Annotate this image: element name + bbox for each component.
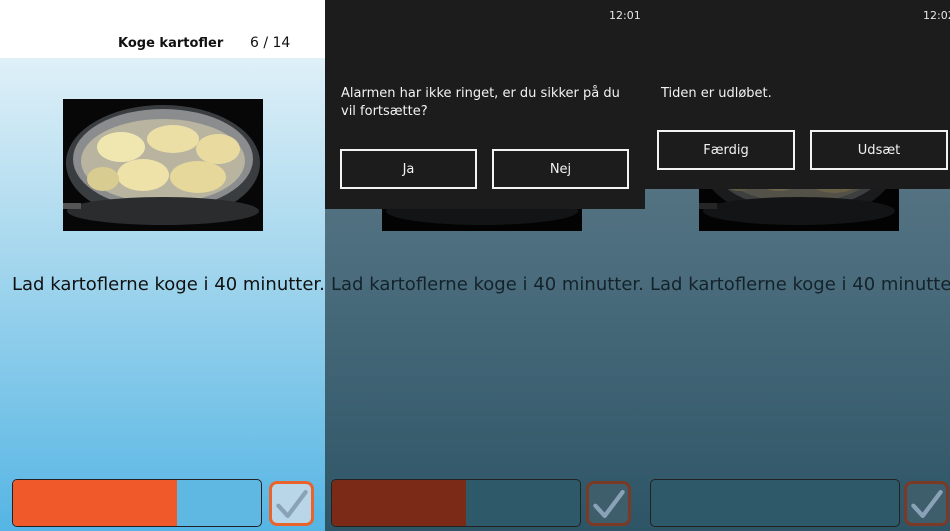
timeout-dialog: Tiden er udløbet. Færdig Udsæt	[645, 28, 950, 189]
step-instruction-dimmed: Lad kartoflerne koge i 40 minutter.	[650, 274, 950, 295]
timer-progress-fill	[13, 480, 177, 526]
done-checkbox-dimmed	[904, 481, 949, 526]
timeout-dialog-screen: Lad kartoflerne koge i 40 minutter. 12:0…	[645, 0, 950, 531]
status-bar: 12:01	[325, 0, 645, 28]
yes-button[interactable]: Ja	[340, 149, 477, 189]
header-bar: Koge kartofler 6 / 14	[0, 0, 325, 58]
step-photo	[63, 99, 263, 231]
timer-progress-bar[interactable]	[12, 479, 262, 527]
confirm-dialog-screen: Lad kartoflerne koge i 40 minutter. 12:0…	[325, 0, 645, 531]
checkmark-icon	[910, 487, 944, 521]
dialog-message: Alarmen har ikke ringet, er du sikker på…	[341, 86, 620, 119]
step-instruction: Lad kartoflerne koge i 40 minutter.	[12, 274, 325, 295]
postpone-button[interactable]: Udsæt	[810, 130, 948, 170]
done-button[interactable]: Færdig	[657, 130, 795, 170]
status-clock: 12:01	[609, 9, 641, 22]
status-bar: 12:02	[645, 0, 950, 28]
step-screen: Koge kartofler 6 / 14 Lad kartoflerne ko…	[0, 0, 325, 531]
confirm-dialog: Alarmen har ikke ringet, er du sikker på…	[325, 28, 645, 209]
no-button[interactable]: Nej	[492, 149, 629, 189]
status-clock: 12:02	[923, 9, 950, 22]
step-instruction-dimmed: Lad kartoflerne koge i 40 minutter.	[331, 274, 644, 295]
done-checkbox[interactable]	[269, 481, 314, 526]
timer-progress-bar-dimmed	[331, 479, 581, 527]
timer-progress-bar-dimmed	[650, 479, 900, 527]
dialog-message: Tiden er udløbet.	[661, 86, 772, 101]
page-counter: 6 / 14	[250, 35, 291, 51]
done-checkbox-dimmed	[586, 481, 631, 526]
checkmark-icon	[592, 487, 626, 521]
checkmark-icon	[275, 487, 309, 521]
timer-progress-fill	[332, 480, 466, 526]
page-title: Koge kartofler	[118, 36, 224, 51]
